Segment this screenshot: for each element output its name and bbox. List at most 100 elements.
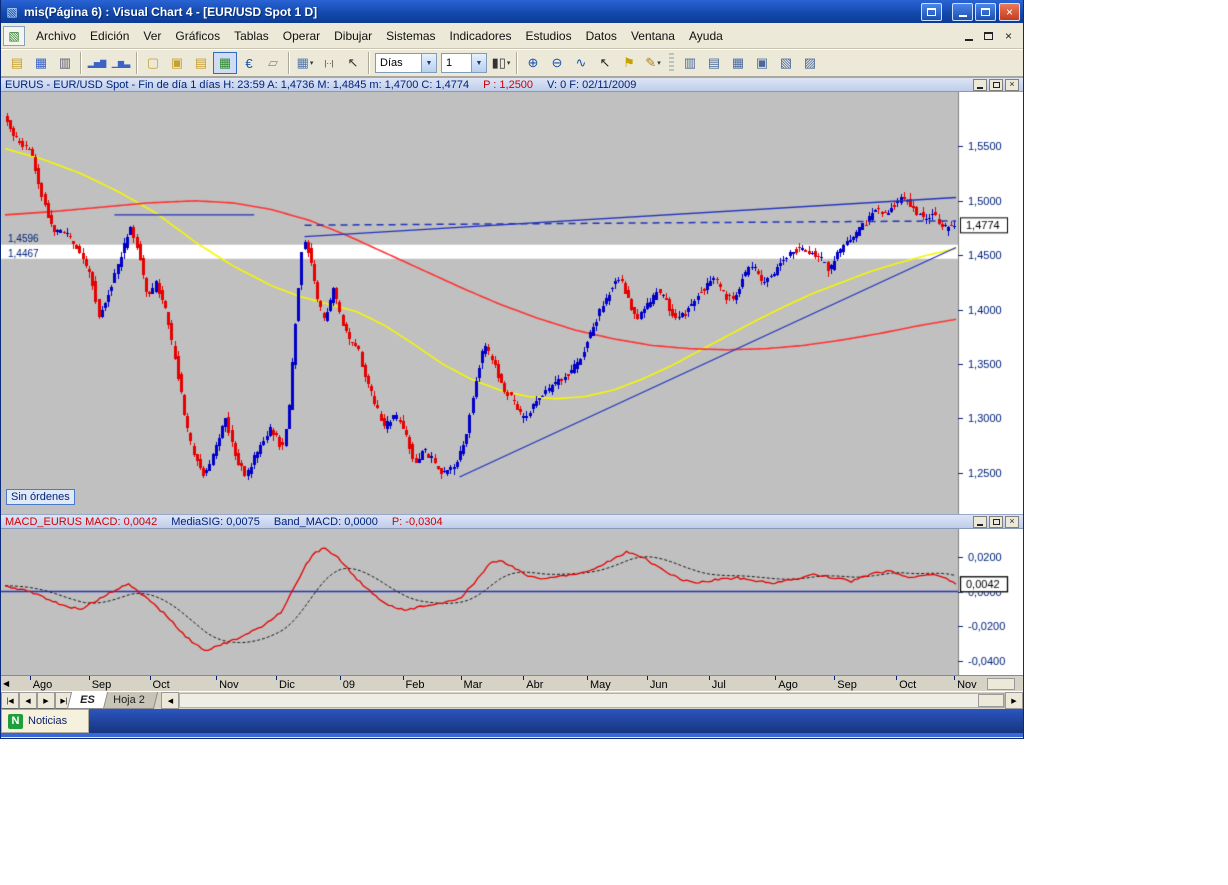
menu-bar: ▧ ArchivoEdiciónVerGráficosTablasOperarD…: [1, 23, 1023, 49]
macd-band-value: Band_MACD: 0,0000: [274, 516, 378, 528]
time-axis-label: 09: [343, 679, 355, 691]
indicator-button[interactable]: ∿: [569, 52, 593, 74]
layout-grid-button[interactable]: ▦: [726, 52, 750, 74]
macd-pane-minimize-button[interactable]: [973, 516, 987, 528]
mdi-minimize-button[interactable]: [960, 28, 977, 43]
layout-horizontal-button[interactable]: ▤: [702, 52, 726, 74]
sheet-tab-hoja-2[interactable]: Hoja 2: [100, 692, 158, 709]
bar-chart-button[interactable]: ▂▅▇: [85, 52, 109, 74]
layout-single-button[interactable]: ▥: [678, 52, 702, 74]
menu-item-sistemas[interactable]: Sistemas: [379, 26, 442, 46]
price-pane-minimize-button[interactable]: [973, 79, 987, 91]
open-icon: ▤: [11, 55, 23, 71]
menu-item-datos[interactable]: Datos: [579, 26, 624, 46]
zoom-in-button[interactable]: ⊕: [521, 52, 545, 74]
grid-dropdown-icon[interactable]: ▾: [310, 59, 314, 67]
grid-button[interactable]: ▦▾: [293, 52, 317, 74]
time-axis-label: Nov: [219, 679, 239, 691]
price-chart-canvas[interactable]: [1, 92, 1023, 514]
next-sheet-button[interactable]: ▶: [37, 692, 55, 709]
new-window-button[interactable]: ▢: [141, 52, 165, 74]
period-combo[interactable]: Días▼: [375, 53, 437, 73]
layout-mixed-button[interactable]: ▨: [798, 52, 822, 74]
price-pane-maximize-button[interactable]: [989, 79, 1003, 91]
menu-item-archivo[interactable]: Archivo: [29, 26, 83, 46]
prev-sheet-button[interactable]: ◀: [19, 692, 37, 709]
zoom-out-button[interactable]: ⊖: [545, 52, 569, 74]
table-button[interactable]: ▦: [213, 52, 237, 74]
macd-pane-header: MACD_EURUS MACD: 0,0042 MediaSIG: 0,0075…: [1, 514, 1023, 529]
menu-item-graficos[interactable]: Gráficos: [168, 26, 227, 46]
document-icon[interactable]: ▧: [3, 26, 25, 46]
draw-pen-dropdown-icon[interactable]: ▾: [657, 59, 661, 67]
first-sheet-button[interactable]: |◀: [1, 692, 19, 709]
tray-button[interactable]: [921, 3, 942, 21]
column-chart-button[interactable]: ▁▆▃: [109, 52, 133, 74]
sheet-tab-es[interactable]: ES: [67, 692, 108, 709]
layout-cascade-button[interactable]: ▣: [750, 52, 774, 74]
templates-button[interactable]: ▣: [165, 52, 189, 74]
macd-title-value: MACD_EURUS MACD: 0,0042: [5, 516, 157, 528]
time-axis-tick: [523, 676, 524, 680]
euro-button[interactable]: €: [237, 52, 261, 74]
price-pane-p-value: P : 1,2500: [483, 79, 533, 91]
scroll-left-button[interactable]: ◀: [161, 692, 179, 709]
price-pane-close-button[interactable]: ×: [1005, 79, 1019, 91]
open-button[interactable]: ▤: [5, 52, 29, 74]
restore-button[interactable]: [975, 3, 996, 21]
draw-pen-button[interactable]: ✎▾: [641, 52, 665, 74]
time-axis-tick: [340, 676, 341, 680]
menu-item-estudios[interactable]: Estudios: [519, 26, 579, 46]
title-bar: ▧ mis(Página 6) : Visual Chart 4 - [EUR/…: [1, 0, 1023, 23]
axis-left-arrow-icon[interactable]: ◀: [3, 679, 9, 688]
mdi-restore-button[interactable]: [980, 28, 997, 43]
chart-style-button[interactable]: ▮▯▾: [489, 52, 513, 74]
flag-button[interactable]: ⚑: [617, 52, 641, 74]
time-axis-tick: [150, 676, 151, 680]
news-tab[interactable]: N Noticias: [1, 709, 89, 733]
scale-button[interactable]: |··|: [317, 52, 341, 74]
period-combo-dropdown-icon[interactable]: ▼: [421, 54, 436, 72]
macd-chart-canvas[interactable]: [1, 529, 1023, 675]
menu-item-ayuda[interactable]: Ayuda: [682, 26, 730, 46]
time-axis-tick: [587, 676, 588, 680]
minimize-button[interactable]: [952, 3, 973, 21]
bar-chart-icon: ▂▅▇: [88, 59, 106, 68]
layout-mixed-icon: ▨: [804, 55, 816, 71]
layout-tile-button[interactable]: ▧: [774, 52, 798, 74]
menu-item-ventana[interactable]: Ventana: [624, 26, 682, 46]
time-axis-tick: [775, 676, 776, 680]
menu-item-ver[interactable]: Ver: [136, 26, 168, 46]
mdi-close-button[interactable]: ×: [1000, 28, 1017, 43]
menu-item-operar[interactable]: Operar: [276, 26, 327, 46]
chart-window-button[interactable]: ▱: [261, 52, 285, 74]
horizontal-scrollbar[interactable]: [179, 693, 1005, 708]
print-button[interactable]: ▥: [53, 52, 77, 74]
sheet-bar: |◀ ◀ ▶ ▶| ESHoja 2 ◀ ▶: [1, 691, 1023, 709]
price-pane-controls: ×: [973, 79, 1019, 91]
menu-item-indicadores[interactable]: Indicadores: [443, 26, 519, 46]
menu-item-edicion[interactable]: Edición: [83, 26, 136, 46]
time-axis-tick: [403, 676, 404, 680]
menu-item-dibujar[interactable]: Dibujar: [327, 26, 379, 46]
interval-combo-dropdown-icon[interactable]: ▼: [471, 54, 486, 72]
menu-item-tablas[interactable]: Tablas: [227, 26, 276, 46]
pointer-button[interactable]: ↖: [593, 52, 617, 74]
time-axis[interactable]: ◀ AgoSepOctNovDic09FebMarAbrMayJunJulAgo…: [1, 675, 1023, 691]
print-icon: ▥: [59, 55, 71, 71]
cursor-mode-button[interactable]: ↖: [341, 52, 365, 74]
lists-button[interactable]: ▤: [189, 52, 213, 74]
interval-combo[interactable]: 1▼: [441, 53, 487, 73]
chart-style-dropdown-icon[interactable]: ▾: [507, 59, 511, 67]
time-axis-label: Ago: [778, 679, 798, 691]
macd-pane-maximize-button[interactable]: [989, 516, 1003, 528]
save-button[interactable]: ▦: [29, 52, 53, 74]
toolbar-separator: [136, 52, 138, 74]
scale-icon: |··|: [324, 59, 333, 68]
close-button[interactable]: ×: [999, 3, 1020, 21]
scrollbar-thumb[interactable]: [978, 694, 1004, 707]
macd-pane-close-button[interactable]: ×: [1005, 516, 1019, 528]
templates-icon: ▣: [171, 55, 183, 71]
scroll-right-button[interactable]: ▶: [1005, 692, 1023, 709]
chart-area: EURUS - EUR/USD Spot - Fin de día 1 días…: [1, 77, 1023, 737]
